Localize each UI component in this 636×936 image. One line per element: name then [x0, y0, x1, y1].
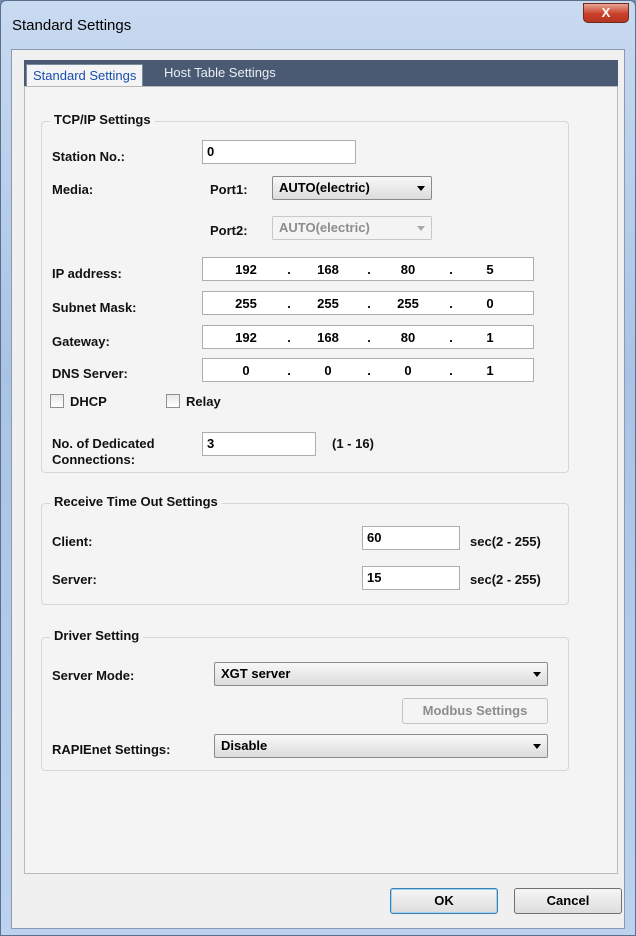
ip-address-label: IP address:: [52, 266, 122, 281]
dns-server-label: DNS Server:: [52, 366, 128, 381]
dedicated-connections-input[interactable]: 3: [202, 432, 316, 456]
ip-separator: .: [287, 296, 291, 311]
client-timeout-unit: sec(2 - 255): [470, 534, 541, 549]
server-mode-value: XGT server: [221, 666, 291, 681]
tcpip-group-title: TCP/IP Settings: [50, 112, 155, 127]
chevron-down-icon: [417, 186, 425, 191]
dedicated-connections-label-1: No. of Dedicated: [52, 436, 155, 451]
relay-checkbox[interactable]: [166, 394, 180, 408]
dedicated-connections-label-2: Connections:: [52, 452, 136, 467]
ip-octet: 255: [235, 296, 257, 311]
server-mode-select[interactable]: XGT server: [214, 662, 548, 686]
gateway-label: Gateway:: [52, 334, 110, 349]
rapienet-settings-label: RAPIEnet Settings:: [52, 742, 171, 757]
client-label: Client:: [52, 534, 93, 549]
timeout-group-title: Receive Time Out Settings: [50, 494, 222, 509]
receive-timeout-group: Receive Time Out Settings Client: 60 sec…: [41, 494, 569, 605]
port1-select[interactable]: AUTO(electric): [272, 176, 432, 200]
port1-label: Port1:: [210, 182, 248, 197]
settings-dialog: Standard Settings X Standard Settings Ho…: [0, 0, 636, 936]
ip-octet: 80: [400, 262, 416, 277]
rapienet-settings-value: Disable: [221, 738, 268, 753]
ip-octet: 1: [486, 363, 494, 378]
window-title: Standard Settings: [12, 17, 132, 34]
server-timeout-unit: sec(2 - 255): [470, 572, 541, 587]
ip-octet: 0: [324, 363, 332, 378]
ip-separator: .: [287, 363, 291, 378]
port1-value: AUTO(electric): [279, 180, 370, 195]
ip-octet: 192: [235, 330, 257, 345]
ok-button[interactable]: OK: [390, 888, 498, 914]
ip-separator: .: [367, 262, 371, 277]
cancel-button[interactable]: Cancel: [514, 888, 622, 914]
dhcp-checkbox[interactable]: [50, 394, 64, 408]
ip-octet: 192: [235, 262, 257, 277]
ip-octet: 80: [400, 330, 416, 345]
dialog-body: Standard Settings Host Table Settings TC…: [11, 49, 625, 929]
port2-label: Port2:: [210, 223, 248, 238]
ip-octet: 255: [397, 296, 419, 311]
relay-label: Relay: [186, 394, 221, 409]
modbus-settings-button[interactable]: Modbus Settings: [402, 698, 548, 724]
subnet-mask-label: Subnet Mask:: [52, 300, 137, 315]
ip-separator: .: [449, 262, 453, 277]
server-mode-label: Server Mode:: [52, 668, 135, 683]
port2-select[interactable]: AUTO(electric): [272, 216, 432, 240]
rapienet-settings-select[interactable]: Disable: [214, 734, 548, 758]
chevron-down-icon: [417, 226, 425, 231]
client-timeout-input[interactable]: 60: [362, 526, 460, 550]
gateway-field[interactable]: 192 . 168 . 80 . 1: [202, 325, 534, 349]
media-label: Media:: [52, 182, 94, 197]
ip-separator: .: [449, 296, 453, 311]
station-no-input[interactable]: 0: [202, 140, 356, 164]
tab-bar: Standard Settings Host Table Settings: [24, 60, 618, 87]
chevron-down-icon: [533, 672, 541, 677]
ip-separator: .: [367, 330, 371, 345]
dns-server-field[interactable]: 0 . 0 . 0 . 1: [202, 358, 534, 382]
ip-octet: 0: [486, 296, 494, 311]
port2-value: AUTO(electric): [279, 220, 370, 235]
ip-octet: 0: [242, 363, 250, 378]
ip-separator: .: [367, 363, 371, 378]
station-no-label: Station No.:: [52, 149, 125, 164]
ip-octet: 168: [317, 262, 339, 277]
standard-settings-panel: TCP/IP Settings Station No.: 0 Media: Po…: [24, 86, 618, 874]
server-label: Server:: [52, 572, 97, 587]
ip-separator: .: [449, 330, 453, 345]
tab-standard-settings[interactable]: Standard Settings: [26, 64, 144, 87]
driver-group-title: Driver Setting: [50, 628, 144, 643]
chevron-down-icon: [533, 744, 541, 749]
dhcp-label: DHCP: [70, 394, 107, 409]
subnet-mask-field[interactable]: 255 . 255 . 255 . 0: [202, 291, 534, 315]
ip-octet: 1: [486, 330, 494, 345]
close-button[interactable]: X: [583, 3, 629, 23]
ip-separator: .: [367, 296, 371, 311]
ip-separator: .: [287, 330, 291, 345]
server-timeout-input[interactable]: 15: [362, 566, 460, 590]
ip-octet: 5: [486, 262, 494, 277]
tcpip-settings-group: TCP/IP Settings Station No.: 0 Media: Po…: [41, 112, 569, 473]
ip-separator: .: [449, 363, 453, 378]
driver-setting-group: Driver Setting Server Mode: XGT server M…: [41, 628, 569, 771]
ip-address-field[interactable]: 192 . 168 . 80 . 5: [202, 257, 534, 281]
ip-octet: 0: [404, 363, 412, 378]
ip-separator: .: [287, 262, 291, 277]
ip-octet: 168: [317, 330, 339, 345]
dedicated-connections-range: (1 - 16): [332, 436, 374, 451]
ip-octet: 255: [317, 296, 339, 311]
title-bar[interactable]: Standard Settings X: [1, 1, 635, 49]
tab-host-table-settings[interactable]: Host Table Settings: [158, 60, 282, 86]
